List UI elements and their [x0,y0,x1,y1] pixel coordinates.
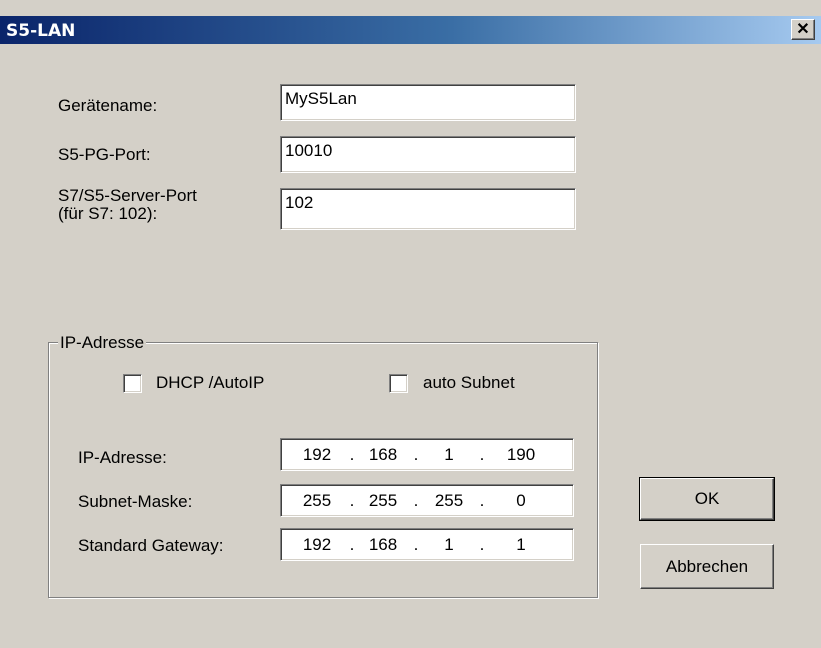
gateway-octet-4[interactable]: 1 [497,535,545,555]
ip-dot: . [413,445,419,464]
device-name-input[interactable]: MyS5Lan [280,84,576,121]
subnet-octet-2[interactable]: 255 [359,491,407,511]
ip-octet-1[interactable]: 192 [293,445,341,465]
server-port-label-line2: (für S7: 102): [58,204,158,223]
gateway-octet-2[interactable]: 168 [359,535,407,555]
ip-group-legend: IP-Adresse [58,333,147,353]
ip-dot: . [349,491,355,510]
ok-button[interactable]: OK [639,477,775,521]
server-port-label: S7/S5-Server-Port (für S7: 102): [58,187,197,223]
window-title: S5-LAN [6,21,76,41]
auto-subnet-label[interactable]: auto Subnet [423,373,515,393]
dhcp-label[interactable]: DHCP /AutoIP [156,373,264,393]
title-bar[interactable]: S5-LAN ✕ [0,16,821,44]
server-port-input[interactable]: 102 [280,188,576,230]
subnet-octet-1[interactable]: 255 [293,491,341,511]
ip-octet-4[interactable]: 190 [497,445,545,465]
pg-port-input[interactable]: 10010 [280,136,576,173]
ip-dot: . [349,445,355,464]
dhcp-checkbox[interactable] [123,374,142,393]
close-button[interactable]: ✕ [791,19,815,40]
ip-dot: . [349,535,355,554]
ip-octet-3[interactable]: 1 [425,445,473,465]
pg-port-label: S5-PG-Port: [58,145,151,164]
ip-dot: . [479,445,485,464]
subnet-octet-3[interactable]: 255 [425,491,473,511]
device-name-label: Gerätename: [58,96,158,115]
server-port-label-line1: S7/S5-Server-Port [58,186,197,205]
subnet-octet-4[interactable]: 0 [497,491,545,511]
subnet-mask-label: Subnet-Maske: [78,492,193,511]
dialog-window: S5-LAN ✕ Gerätename: MyS5Lan S5-PG-Port:… [0,0,821,648]
ip-dot: . [479,535,485,554]
close-icon: ✕ [796,20,810,38]
ip-dot: . [413,491,419,510]
gateway-label: Standard Gateway: [78,536,224,555]
subnet-mask-input[interactable]: 255 . 255 . 255 . 0 [280,484,574,517]
cancel-button[interactable]: Abbrechen [640,544,774,589]
auto-subnet-checkbox[interactable] [389,374,408,393]
ip-address-input[interactable]: 192 . 168 . 1 . 190 [280,438,574,471]
gateway-octet-1[interactable]: 192 [293,535,341,555]
ip-octet-2[interactable]: 168 [359,445,407,465]
gateway-octet-3[interactable]: 1 [425,535,473,555]
ip-address-label: IP-Adresse: [78,448,167,467]
ip-dot: . [479,491,485,510]
gateway-input[interactable]: 192 . 168 . 1 . 1 [280,528,574,561]
ip-dot: . [413,535,419,554]
